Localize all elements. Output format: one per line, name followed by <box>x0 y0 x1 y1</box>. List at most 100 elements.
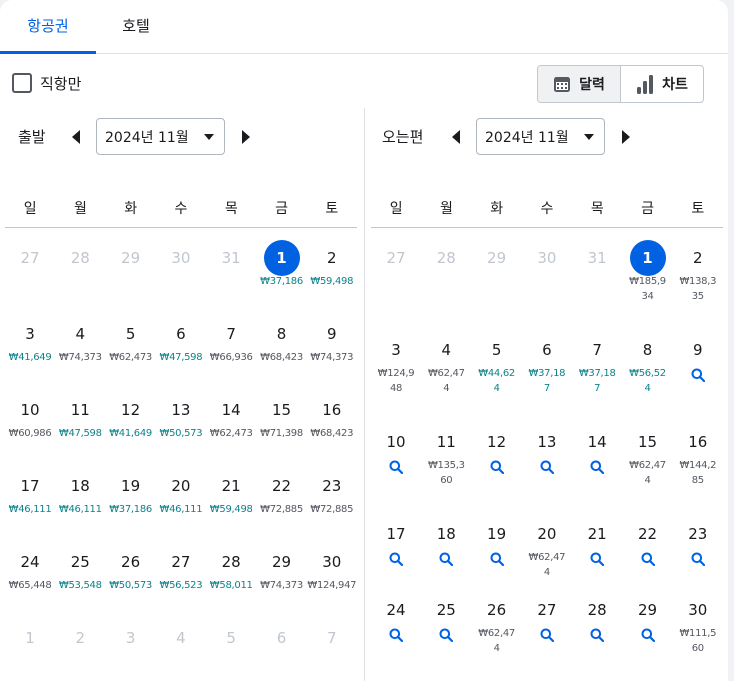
return-prev-month-button[interactable] <box>446 127 466 147</box>
calendar-day[interactable]: 20 ₩62,474 <box>522 516 572 580</box>
calendar-day[interactable]: 3 ₩41,649 <box>5 316 55 365</box>
calendar-day[interactable]: 13 <box>522 424 572 474</box>
calendar-day[interactable]: 21 <box>572 516 622 566</box>
calendar-day[interactable]: 11 ₩135,360 <box>421 424 471 488</box>
calendar-day[interactable]: 17 ₩46,111 <box>5 468 55 517</box>
calendar-day[interactable]: 26 ₩62,474 <box>472 592 522 656</box>
calendar-day[interactable]: 17 <box>371 516 421 566</box>
calendar-day[interactable]: 4 ₩62,474 <box>421 332 471 396</box>
day-number: 24 <box>386 601 406 619</box>
calendar-day: 5 <box>206 620 256 656</box>
calendar-day: 6 <box>257 620 307 656</box>
calendar-day[interactable]: 3 ₩124,948 <box>371 332 421 396</box>
calendar-day[interactable]: 27 <box>522 592 572 642</box>
calendar-day[interactable]: 30 ₩124,947 <box>307 544 357 593</box>
calendar-day[interactable]: 24 <box>371 592 421 642</box>
calendar-day[interactable]: 22 <box>623 516 673 566</box>
day-number: 11 <box>436 433 456 451</box>
search-icon[interactable] <box>641 552 655 566</box>
search-icon[interactable] <box>439 628 454 642</box>
calendar-day[interactable]: 12 ₩41,649 <box>106 392 156 441</box>
outbound-prev-month-button[interactable] <box>66 127 86 147</box>
return-next-month-button[interactable] <box>616 127 636 147</box>
weekday-thu: 목 <box>590 201 604 217</box>
calendar-day[interactable]: 24 ₩65,448 <box>5 544 55 593</box>
search-icon[interactable] <box>389 460 403 474</box>
calendar-day[interactable]: 2 ₩59,498 <box>307 240 357 289</box>
search-icon[interactable] <box>540 628 554 642</box>
calendar-day[interactable]: 6 ₩47,598 <box>156 316 206 365</box>
calendar-day[interactable]: 5 ₩62,473 <box>106 316 156 365</box>
day-number: 13 <box>171 401 191 419</box>
weekday-mon: 월 <box>73 201 87 217</box>
search-icon[interactable] <box>641 628 655 642</box>
calendar-day[interactable]: 29 <box>623 592 673 642</box>
search-icon[interactable] <box>540 460 554 474</box>
direct-only-option[interactable]: 직항만 <box>12 72 81 94</box>
calendar-day[interactable]: 22 ₩72,885 <box>257 468 307 517</box>
calendar-day[interactable]: 8 ₩56,524 <box>623 332 673 396</box>
search-icon[interactable] <box>389 628 403 642</box>
calendar-day[interactable]: 10 ₩60,986 <box>5 392 55 441</box>
search-icon[interactable] <box>490 552 504 566</box>
tab-hotels[interactable]: 호텔 <box>96 0 176 53</box>
search-icon[interactable] <box>590 552 605 566</box>
calendar-day[interactable]: 21 ₩59,498 <box>206 468 256 517</box>
calendar-day[interactable]: 28 <box>572 592 622 642</box>
calendar-day-selected[interactable]: 1 ₩185,934 <box>623 240 673 304</box>
search-icon[interactable] <box>490 460 504 474</box>
calendar-day[interactable]: 14 <box>572 424 622 474</box>
search-icon[interactable] <box>389 552 403 566</box>
calendar-day[interactable]: 15 ₩62,474 <box>623 424 673 488</box>
day-price: ₩46,111 <box>8 504 52 515</box>
calendar-day[interactable]: 16 ₩68,423 <box>307 392 357 441</box>
direct-only-checkbox[interactable] <box>12 73 32 93</box>
calendar-day[interactable]: 9 <box>673 332 723 382</box>
calendar-day[interactable]: 4 ₩74,373 <box>55 316 105 365</box>
calendar-day[interactable]: 28 ₩58,011 <box>206 544 256 593</box>
search-icon[interactable] <box>439 552 454 566</box>
calendar-day[interactable]: 11 ₩47,598 <box>55 392 105 441</box>
calendar-day[interactable]: 19 <box>472 516 522 566</box>
search-icon[interactable] <box>590 460 605 474</box>
calendar-day[interactable]: 18 ₩46,111 <box>55 468 105 517</box>
calendar-day[interactable]: 29 ₩74,373 <box>257 544 307 593</box>
day-number: 22 <box>637 525 658 543</box>
calendar-day[interactable]: 2 ₩138,335 <box>673 240 723 304</box>
calendar-day[interactable]: 26 ₩50,573 <box>106 544 156 593</box>
day-number: 4 <box>75 325 86 343</box>
return-month-select[interactable]: 2024년 11월 <box>476 118 605 155</box>
search-icon[interactable] <box>691 552 705 566</box>
calendar-day[interactable]: 7 ₩37,187 <box>572 332 622 396</box>
calendar-day[interactable]: 25 ₩53,548 <box>55 544 105 593</box>
calendar-day[interactable]: 14 ₩62,473 <box>206 392 256 441</box>
calendar-day[interactable]: 15 ₩71,398 <box>257 392 307 441</box>
calendar-day[interactable]: 19 ₩37,186 <box>106 468 156 517</box>
day-price: ₩185,934 <box>629 276 666 302</box>
calendar-day[interactable]: 8 ₩68,423 <box>257 316 307 365</box>
chart-view-button[interactable]: 차트 <box>620 66 703 102</box>
calendar-day[interactable]: 16 ₩144,285 <box>673 424 723 488</box>
calendar-day[interactable]: 27 ₩56,523 <box>156 544 206 593</box>
outbound-month-select[interactable]: 2024년 11월 <box>96 118 225 155</box>
search-icon[interactable] <box>691 368 705 382</box>
calendar-day[interactable]: 23 ₩72,885 <box>307 468 357 517</box>
search-icon[interactable] <box>590 628 605 642</box>
calendar-day[interactable]: 6 ₩37,187 <box>522 332 572 396</box>
calendar-day[interactable]: 7 ₩66,936 <box>206 316 256 365</box>
calendar-day[interactable]: 12 <box>472 424 522 474</box>
calendar-day[interactable]: 25 <box>421 592 471 642</box>
return-weekday-header: 일 월 화 수 목 금 토 <box>371 198 723 228</box>
tab-flights[interactable]: 항공권 <box>0 0 96 54</box>
calendar-day[interactable]: 30 ₩111,560 <box>673 592 723 656</box>
calendar-day[interactable]: 10 <box>371 424 421 474</box>
calendar-view-button[interactable]: 달력 <box>538 66 620 102</box>
calendar-day[interactable]: 13 ₩50,573 <box>156 392 206 441</box>
outbound-next-month-button[interactable] <box>236 127 256 147</box>
calendar-day[interactable]: 23 <box>673 516 723 566</box>
calendar-day[interactable]: 5 ₩44,624 <box>472 332 522 396</box>
calendar-day-selected[interactable]: 1 ₩37,186 <box>257 240 307 289</box>
calendar-day[interactable]: 9 ₩74,373 <box>307 316 357 365</box>
calendar-day[interactable]: 20 ₩46,111 <box>156 468 206 517</box>
calendar-day[interactable]: 18 <box>421 516 471 566</box>
